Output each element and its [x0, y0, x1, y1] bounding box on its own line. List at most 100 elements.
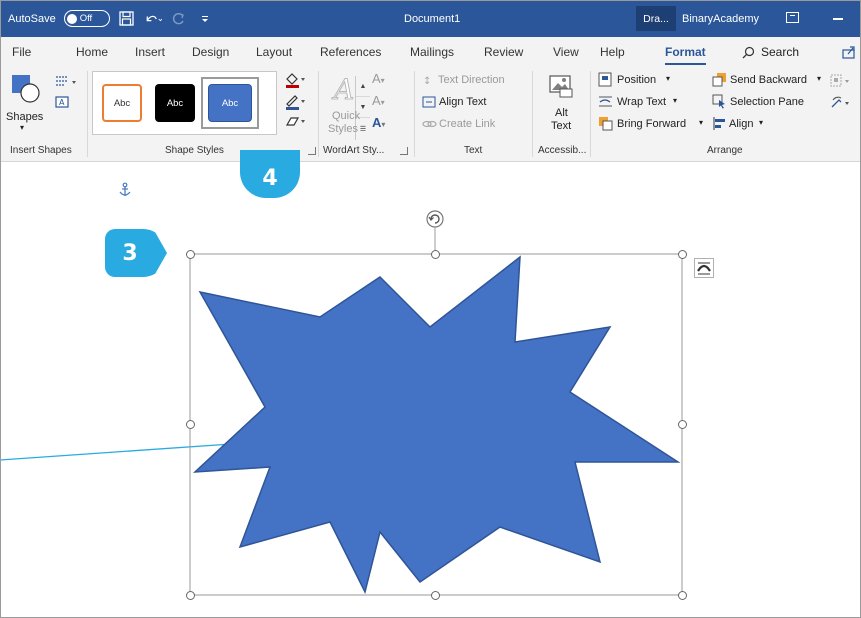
rotate-handle-icon[interactable]: [425, 209, 445, 229]
shapes-button[interactable]: Shapes ▾: [6, 73, 46, 135]
tab-help[interactable]: Help: [600, 37, 625, 67]
rotate-objects-icon[interactable]: [830, 95, 852, 114]
shapes-icon: [12, 75, 40, 103]
shape-outline-icon[interactable]: [284, 93, 306, 114]
wordart-a-icon: A: [331, 73, 355, 107]
tab-view[interactable]: View: [553, 37, 579, 67]
tab-layout[interactable]: Layout: [256, 37, 292, 67]
resize-handle-top-middle[interactable]: [431, 250, 440, 259]
tab-references[interactable]: References: [320, 37, 381, 67]
document-canvas[interactable]: 4 3: [0, 150, 861, 618]
text-box-icon[interactable]: A: [54, 95, 70, 112]
undo-icon[interactable]: [144, 10, 162, 28]
position-button[interactable]: Position ▾: [598, 72, 698, 90]
tab-review[interactable]: Review: [484, 37, 523, 67]
quick-styles-label-1: Quick: [332, 110, 361, 122]
shape-styles-launcher-icon[interactable]: [308, 147, 316, 155]
search-box[interactable]: Search: [742, 37, 799, 67]
group-label-shape-styles: Shape Styles: [165, 145, 224, 156]
autosave-label: AutoSave: [8, 12, 56, 25]
send-backward-button[interactable]: Send Backward ▾: [712, 72, 824, 90]
send-backward-label: Send Backward: [730, 74, 808, 86]
explosion-star-shape[interactable]: [192, 255, 681, 595]
text-direction-button[interactable]: ↕ Text Direction: [422, 72, 528, 90]
selection-pane-button[interactable]: Selection Pane: [712, 94, 822, 112]
text-fill-icon[interactable]: A▾: [372, 71, 385, 86]
resize-handle-bottom-left[interactable]: [186, 591, 195, 600]
separator: [414, 71, 415, 157]
shape-style-selected-frame: Abc: [201, 77, 259, 129]
tab-file[interactable]: File: [12, 37, 31, 67]
position-label: Position: [617, 74, 657, 86]
group-label-accessibility: Accessib...: [538, 145, 587, 156]
separator: [87, 71, 88, 157]
autosave-toggle[interactable]: Off: [63, 10, 110, 27]
ribbon-display-options-icon[interactable]: [786, 12, 799, 23]
alt-text-button[interactable]: Alt Text: [542, 73, 582, 139]
customize-qat-icon[interactable]: [196, 10, 214, 28]
align-text-button[interactable]: Align Text: [422, 94, 528, 112]
group-label-arrange: Arrange: [707, 145, 743, 156]
shape-effects-icon[interactable]: [284, 115, 306, 132]
create-link-button[interactable]: Create Link: [422, 116, 528, 134]
edit-shape-icon[interactable]: [54, 75, 80, 92]
alt-text-label-2: Text: [551, 120, 572, 132]
align-text-icon: [422, 96, 436, 108]
quick-styles-button[interactable]: A Quick Styles: [326, 73, 370, 139]
ribbon-tabs: File Home Insert Design Layout Reference…: [0, 37, 861, 67]
send-backward-icon: [712, 73, 726, 87]
shape-fill-icon[interactable]: [284, 71, 306, 92]
bring-forward-icon: [599, 117, 613, 131]
shapes-dropdown-icon: ▾: [20, 123, 25, 132]
send-backward-dropdown-icon: ▾: [817, 74, 822, 83]
tab-format[interactable]: Format: [665, 37, 706, 67]
selection-pane-label: Selection Pane: [730, 96, 804, 108]
shape-styles-gallery[interactable]: Abc Abc Abc ▲ ▼ ☰: [92, 71, 370, 140]
group-objects-icon[interactable]: [830, 73, 852, 92]
shape-style-blue-fill[interactable]: Abc: [208, 84, 252, 122]
selection-pane-icon: [712, 94, 725, 109]
drawing-tools-context-tab[interactable]: Dra...: [636, 6, 676, 31]
document-title: Document1: [404, 12, 461, 25]
svg-text:↕: ↕: [423, 76, 431, 87]
group-label-text: Text: [464, 145, 483, 156]
shape-style-orange-outline[interactable]: Abc: [102, 84, 142, 122]
resize-handle-middle-right[interactable]: [678, 420, 687, 429]
align-button[interactable]: Align ▾: [712, 116, 782, 134]
layout-options-icon[interactable]: [694, 258, 714, 278]
share-icon[interactable]: [842, 45, 856, 64]
resize-handle-top-left[interactable]: [186, 250, 195, 259]
position-dropdown-icon: ▾: [666, 74, 671, 83]
align-icon: [713, 117, 725, 130]
resize-handle-bottom-right[interactable]: [678, 591, 687, 600]
resize-handle-bottom-middle[interactable]: [431, 591, 440, 600]
wordart-launcher-icon[interactable]: [400, 147, 408, 155]
bring-forward-button[interactable]: Bring Forward ▾: [598, 116, 708, 134]
search-icon: [742, 46, 755, 58]
user-name[interactable]: BinaryAcademy: [682, 0, 759, 37]
resize-handle-top-right[interactable]: [678, 250, 687, 259]
minimize-icon[interactable]: [833, 18, 843, 20]
resize-handle-middle-left[interactable]: [186, 420, 195, 429]
autosave-state: Off: [79, 13, 93, 24]
ribbon: Shapes ▾ A Insert Shapes Abc Abc Abc ▲ ▼…: [0, 67, 861, 162]
save-icon[interactable]: [118, 10, 136, 28]
shape-style-black-fill[interactable]: Abc: [155, 84, 195, 122]
tab-mailings[interactable]: Mailings: [410, 37, 454, 67]
quick-styles-label-2: Styles: [328, 123, 358, 135]
tab-design[interactable]: Design: [192, 37, 229, 67]
tab-insert[interactable]: Insert: [135, 37, 165, 67]
wrap-text-button[interactable]: Wrap Text ▾: [598, 94, 698, 112]
tab-home[interactable]: Home: [76, 37, 108, 67]
redo-icon[interactable]: [170, 10, 188, 28]
text-direction-icon: ↕: [423, 76, 431, 87]
text-effects-icon[interactable]: A▾: [372, 115, 385, 130]
text-direction-label: Text Direction: [438, 74, 505, 86]
create-link-icon: [422, 120, 437, 128]
group-label-wordart: WordArt Sty...: [323, 145, 385, 156]
explosion-shape-selection[interactable]: [0, 162, 861, 618]
wrap-text-dropdown-icon: ▾: [673, 96, 678, 105]
text-outline-icon[interactable]: A▾: [372, 93, 385, 108]
separator: [532, 71, 533, 157]
search-label: Search: [761, 45, 800, 59]
